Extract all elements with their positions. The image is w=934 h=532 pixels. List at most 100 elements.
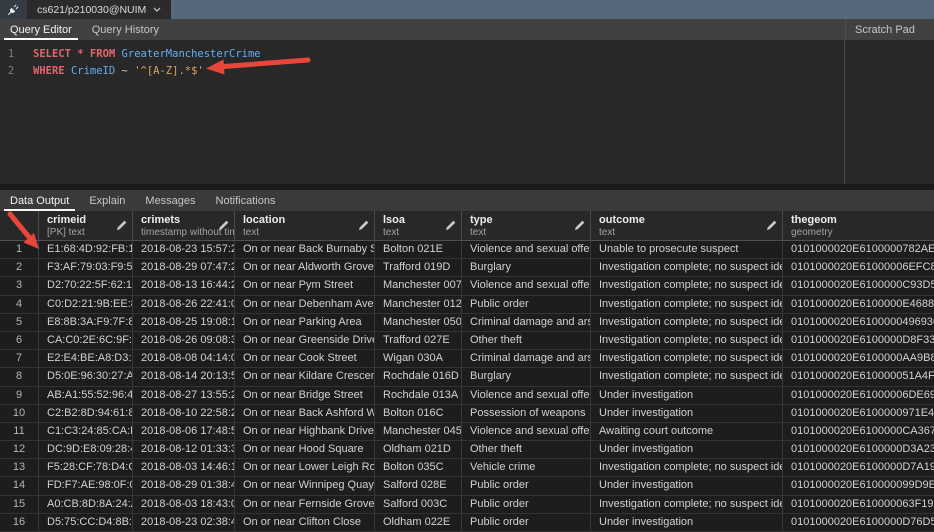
cell-thegeom[interactable]: 0101000020E610000051A4FB390539 xyxy=(783,368,934,385)
row-number[interactable]: 15 xyxy=(0,496,39,513)
cell-outcome[interactable]: Under investigation xyxy=(591,477,783,494)
cell-crimeid[interactable]: AB:A1:55:52:96:41 xyxy=(39,387,133,404)
cell-outcome[interactable]: Under investigation xyxy=(591,441,783,458)
cell-location[interactable]: On or near Clifton Close xyxy=(235,514,375,531)
cell-type[interactable]: Vehicle crime xyxy=(462,459,591,476)
cell-crimeid[interactable]: FD:F7:AE:98:0F:07 xyxy=(39,477,133,494)
cell-type[interactable]: Violence and sexual offences xyxy=(462,277,591,294)
cell-type[interactable]: Burglary xyxy=(462,259,591,276)
cell-crimeid[interactable]: CA:C0:2E:6C:9F:46 xyxy=(39,332,133,349)
cell-crimeid[interactable]: D5:0E:96:30:27:AC xyxy=(39,368,133,385)
cell-crimets[interactable]: 2018-08-03 18:43:07 xyxy=(133,496,235,513)
column-header-type[interactable]: typetext xyxy=(462,211,591,240)
cell-crimeid[interactable]: E2:E4:BE:A8:D3:21 xyxy=(39,350,133,367)
cell-thegeom[interactable]: 0101000020E61000006DE690D442E9 xyxy=(783,387,934,404)
cell-thegeom[interactable]: 0101000020E6100000782AE09EE78FFB xyxy=(783,241,934,258)
cell-outcome[interactable]: Investigation complete; no suspect ident… xyxy=(591,296,783,313)
cell-crimets[interactable]: 2018-08-27 13:55:27 xyxy=(133,387,235,404)
cell-outcome[interactable]: Unable to prosecute suspect xyxy=(591,241,783,258)
cell-crimeid[interactable]: F5:28:CF:78:D4:C6 xyxy=(39,459,133,476)
cell-outcome[interactable]: Under investigation xyxy=(591,387,783,404)
cell-location[interactable]: On or near Back Ashford Walk xyxy=(235,405,375,422)
cell-outcome[interactable]: Investigation complete; no suspect ident… xyxy=(591,459,783,476)
cell-location[interactable]: On or near Parking Area xyxy=(235,314,375,331)
tab-explain[interactable]: Explain xyxy=(79,190,135,211)
cell-thegeom[interactable]: 0101000020E61000006EFC89CA86D5 xyxy=(783,259,934,276)
row-number[interactable]: 6 xyxy=(0,332,39,349)
cell-crimeid[interactable]: A0:CB:8D:8A:24:AD xyxy=(39,496,133,513)
cell-thegeom[interactable]: 0101000020E6100000D7A19A92AC22 xyxy=(783,459,934,476)
cell-location[interactable]: On or near Hood Square xyxy=(235,441,375,458)
cell-crimets[interactable]: 2018-08-29 07:47:27 xyxy=(133,259,235,276)
row-number[interactable]: 8 xyxy=(0,368,39,385)
cell-location[interactable]: On or near Greenside Drive xyxy=(235,332,375,349)
cell-crimeid[interactable]: C1:C3:24:85:CA:EC xyxy=(39,423,133,440)
cell-location[interactable]: On or near Pym Street xyxy=(235,277,375,294)
column-header-outcome[interactable]: outcometext xyxy=(591,211,783,240)
row-number[interactable]: 16 xyxy=(0,514,39,531)
cell-thegeom[interactable]: 0101000020E6100000AA9B8BBFED25 xyxy=(783,350,934,367)
cell-crimets[interactable]: 2018-08-06 17:48:50 xyxy=(133,423,235,440)
cell-crimets[interactable]: 2018-08-25 19:08:15 xyxy=(133,314,235,331)
cell-crimeid[interactable]: D5:75:CC:D4:8B:0A xyxy=(39,514,133,531)
cell-location[interactable]: On or near Cook Street xyxy=(235,350,375,367)
cell-location[interactable]: On or near Kildare Crescent xyxy=(235,368,375,385)
cell-crimeid[interactable]: D2:70:22:5F:62:15 xyxy=(39,277,133,294)
cell-crimets[interactable]: 2018-08-23 15:57:24 xyxy=(133,241,235,258)
cell-outcome[interactable]: Investigation complete; no suspect ident… xyxy=(591,350,783,367)
cell-thegeom[interactable]: 0101000020E6100000C93D5DDDB198 xyxy=(783,277,934,294)
cell-type[interactable]: Public order xyxy=(462,514,591,531)
cell-crimeid[interactable]: C0:D2:21:9B:EE:8A xyxy=(39,296,133,313)
cell-thegeom[interactable]: 0101000020E61000004969368FC320 xyxy=(783,314,934,331)
cell-lsoa[interactable]: Bolton 035C xyxy=(375,459,462,476)
tab-query-history[interactable]: Query History xyxy=(82,19,169,40)
cell-location[interactable]: On or near Bridge Street xyxy=(235,387,375,404)
cell-crimets[interactable]: 2018-08-12 01:33:36 xyxy=(133,441,235,458)
cell-location[interactable]: On or near Aldworth Grove xyxy=(235,259,375,276)
column-header-thegeom[interactable]: thegeomgeometry xyxy=(783,211,934,240)
cell-outcome[interactable]: Investigation complete; no suspect ident… xyxy=(591,259,783,276)
cell-location[interactable]: On or near Fernside Grove xyxy=(235,496,375,513)
row-number[interactable]: 13 xyxy=(0,459,39,476)
cell-lsoa[interactable]: Bolton 016C xyxy=(375,405,462,422)
tab-notifications[interactable]: Notifications xyxy=(206,190,286,211)
cell-type[interactable]: Violence and sexual offences xyxy=(462,387,591,404)
cell-crimets[interactable]: 2018-08-13 16:44:27 xyxy=(133,277,235,294)
row-number[interactable]: 4 xyxy=(0,296,39,313)
row-number[interactable]: 1 xyxy=(0,241,39,258)
cell-type[interactable]: Violence and sexual offences xyxy=(462,423,591,440)
cell-crimets[interactable]: 2018-08-29 01:38:49 xyxy=(133,477,235,494)
column-header-location[interactable]: locationtext xyxy=(235,211,375,240)
cell-thegeom[interactable]: 0101000020E6100000D8F335CB65C3 xyxy=(783,332,934,349)
cell-lsoa[interactable]: Rochdale 016D xyxy=(375,368,462,385)
cell-type[interactable]: Criminal damage and arson xyxy=(462,350,591,367)
cell-type[interactable]: Public order xyxy=(462,477,591,494)
row-number[interactable]: 12 xyxy=(0,441,39,458)
cell-outcome[interactable]: Investigation complete; no suspect ident… xyxy=(591,314,783,331)
cell-crimets[interactable]: 2018-08-10 22:58:24 xyxy=(133,405,235,422)
cell-thegeom[interactable]: 0101000020E6100000D76D50EBADB xyxy=(783,514,934,531)
select-all-corner[interactable] xyxy=(0,211,39,240)
connection-status-button[interactable] xyxy=(0,0,27,19)
cell-outcome[interactable]: Investigation complete; no suspect ident… xyxy=(591,496,783,513)
cell-lsoa[interactable]: Trafford 019D xyxy=(375,259,462,276)
cell-location[interactable]: On or near Highbank Drive xyxy=(235,423,375,440)
row-number[interactable]: 2 xyxy=(0,259,39,276)
cell-thegeom[interactable]: 0101000020E610000099D9E731CA53 xyxy=(783,477,934,494)
column-header-crimeid[interactable]: crimeid[PK] text xyxy=(39,211,133,240)
cell-type[interactable]: Violence and sexual offences xyxy=(462,241,591,258)
cell-lsoa[interactable]: Manchester 007B xyxy=(375,277,462,294)
cell-outcome[interactable]: Investigation complete; no suspect ident… xyxy=(591,277,783,294)
cell-thegeom[interactable]: 0101000020E610000063F19BC24A25 xyxy=(783,496,934,513)
tab-query-editor[interactable]: Query Editor xyxy=(0,19,82,40)
cell-type[interactable]: Public order xyxy=(462,296,591,313)
cell-lsoa[interactable]: Bolton 021E xyxy=(375,241,462,258)
cell-crimeid[interactable]: E1:68:4D:92:FB:10 xyxy=(39,241,133,258)
cell-type[interactable]: Burglary xyxy=(462,368,591,385)
cell-outcome[interactable]: Under investigation xyxy=(591,514,783,531)
cell-lsoa[interactable]: Manchester 050E xyxy=(375,314,462,331)
cell-thegeom[interactable]: 0101000020E6100000E4688EACFC72 xyxy=(783,296,934,313)
column-header-lsoa[interactable]: lsoatext xyxy=(375,211,462,240)
cell-thegeom[interactable]: 0101000020E6100000D3A23EC91D76 xyxy=(783,441,934,458)
scratch-pad-panel[interactable] xyxy=(845,40,934,184)
